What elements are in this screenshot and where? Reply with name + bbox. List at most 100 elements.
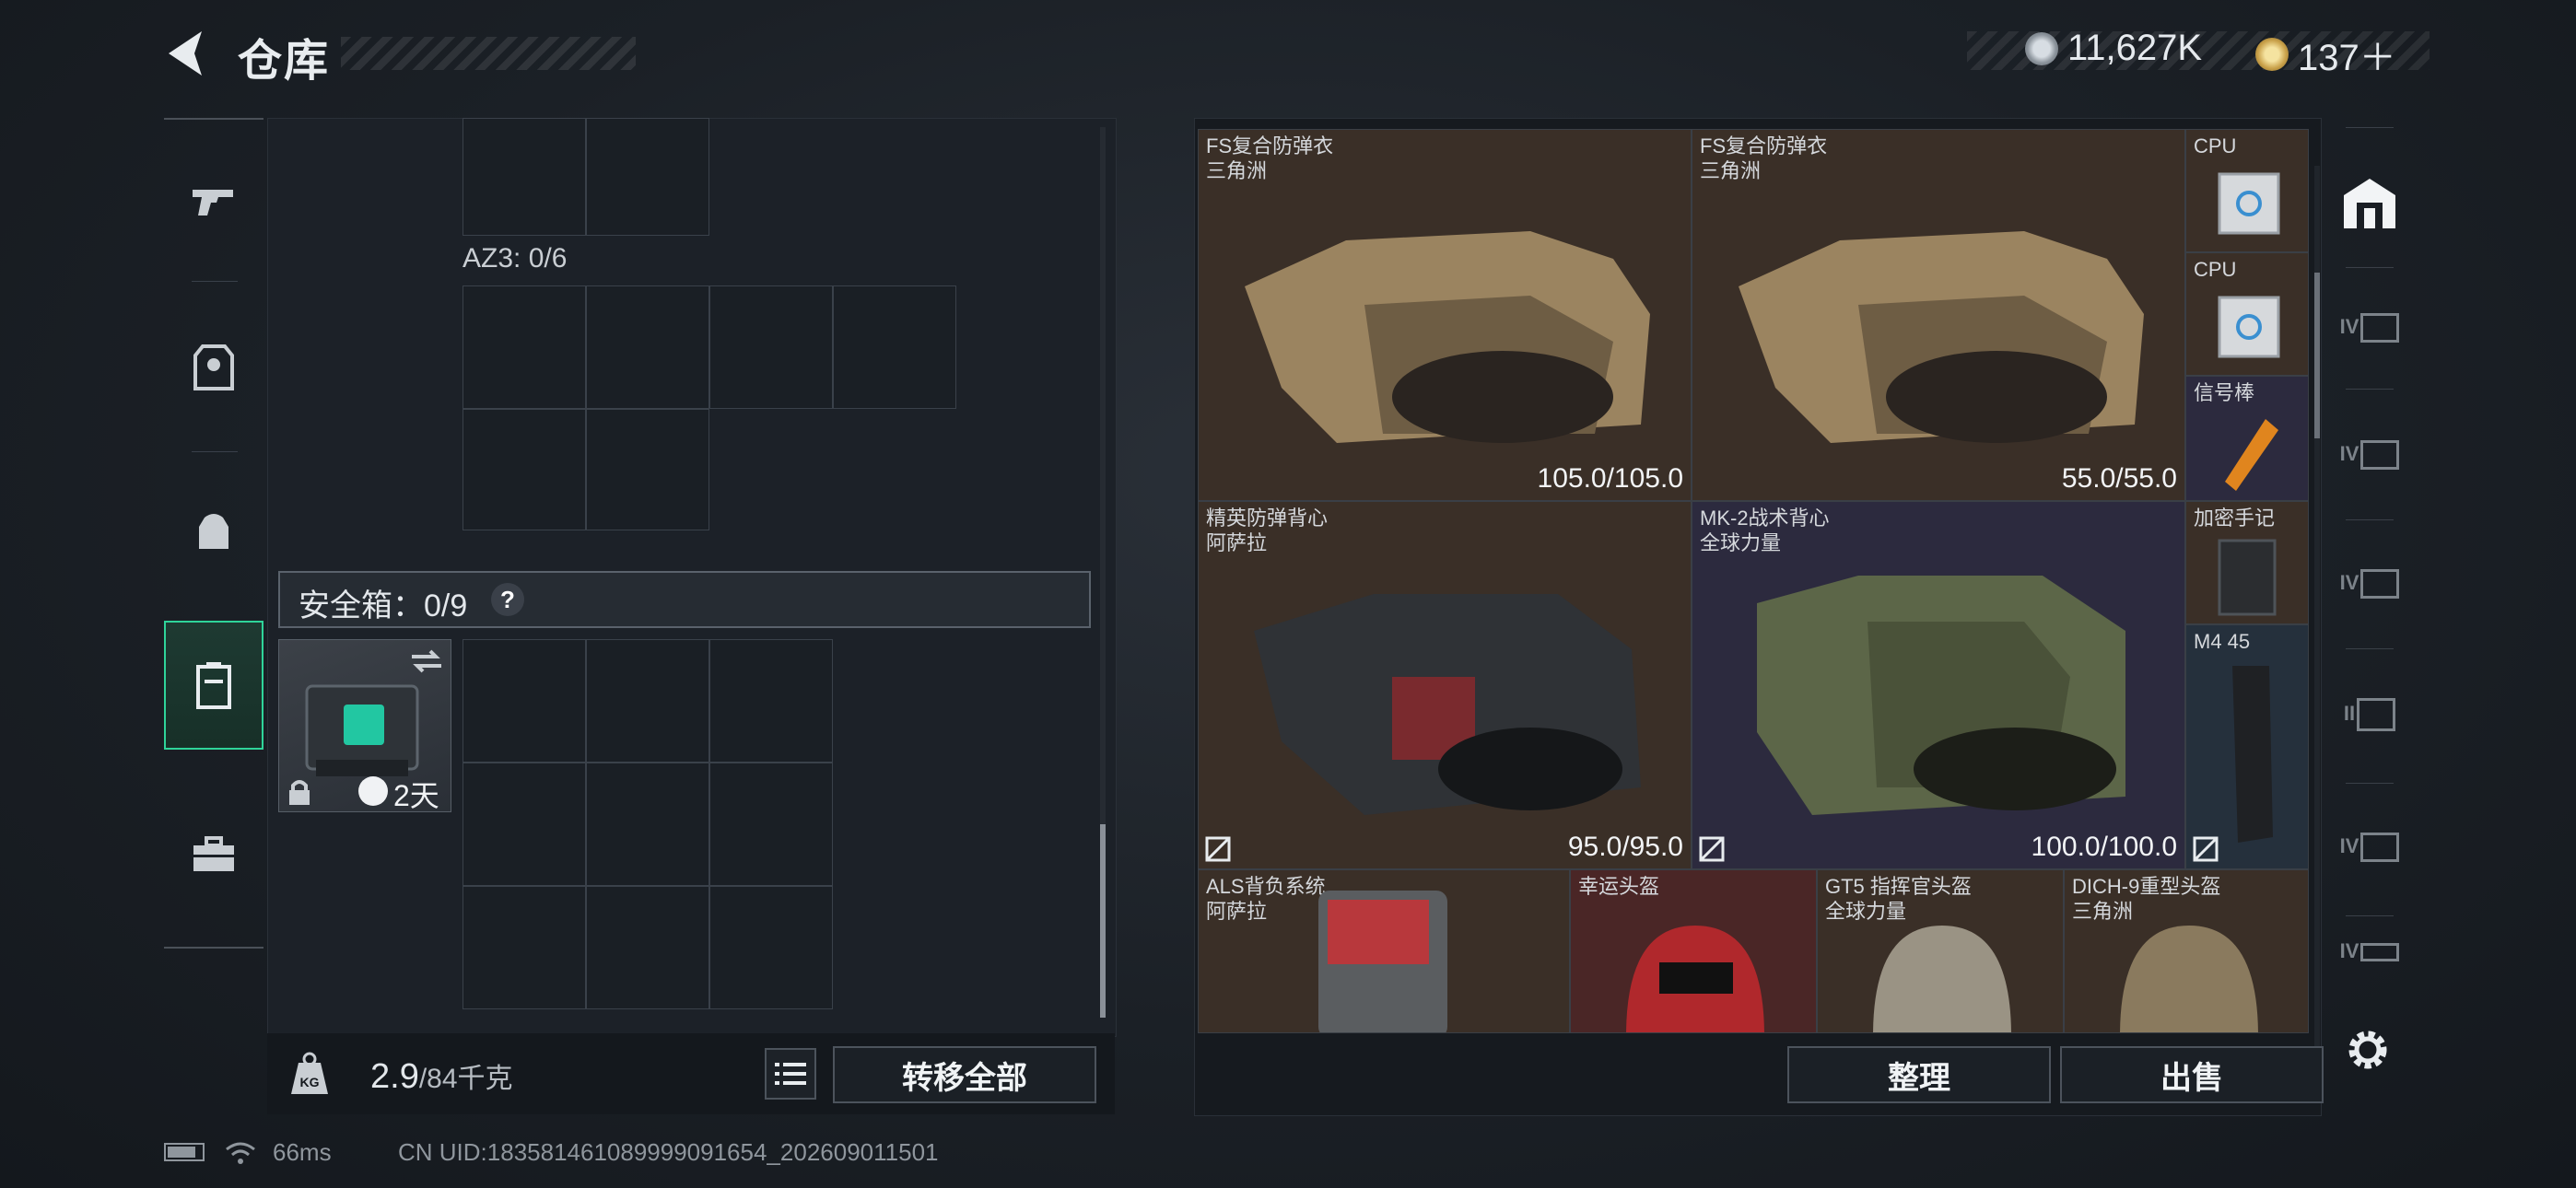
magazine-image: [2232, 666, 2273, 843]
back-arrow-icon: [169, 31, 202, 76]
silver-currency[interactable]: 11,627K: [2025, 28, 2202, 69]
uid-display: CN UID:18358146108999909165​4_2026090115…: [398, 1138, 939, 1166]
lock-icon: [289, 780, 310, 805]
list-view-button[interactable]: [765, 1048, 816, 1100]
warehouse-icon: [2344, 179, 2395, 228]
grid-slot[interactable]: [463, 763, 586, 886]
tier-ii-case-icon: II: [2344, 698, 2396, 731]
tier-iv-case-icon: IV: [2340, 939, 2400, 963]
body-armor-icon: [193, 344, 234, 390]
item-name: CPU: [2194, 258, 2237, 281]
no-trade-icon: [1205, 836, 1231, 862]
no-trade-icon: [2193, 836, 2219, 862]
nav-backpack[interactable]: [164, 466, 263, 595]
grid-slot[interactable]: [463, 285, 586, 409]
battery-icon: [164, 1143, 205, 1161]
weight-display: 2.9/84千克: [370, 1055, 513, 1097]
grid-slot[interactable]: [586, 763, 709, 886]
backpack-image: [1318, 891, 1447, 1032]
item-slot-dich9-helmet[interactable]: DICH-9重型头盔 三角洲: [2064, 869, 2309, 1033]
grid-slot[interactable]: [709, 763, 833, 886]
grid-slot[interactable]: [709, 285, 833, 409]
silver-currency-value: 11,627K: [2067, 28, 2203, 68]
tab-case-6[interactable]: IV: [2329, 919, 2410, 984]
transfer-icon: [412, 649, 441, 673]
clock-icon: [358, 776, 388, 806]
safebox-capacity-label: 安全箱：0/9: [299, 588, 468, 623]
grid-slot[interactable]: [586, 409, 709, 530]
az3-capacity-label: AZ3: 0/6: [463, 243, 568, 274]
warehouse-tabs: IV IV IV II IV IV: [2329, 118, 2410, 1030]
item-slot-m4-mag[interactable]: M4 45: [2185, 624, 2309, 869]
grid-slot[interactable]: [833, 285, 956, 409]
sell-button[interactable]: 出售: [2060, 1046, 2324, 1103]
item-durability: 105.0/105.0: [1537, 463, 1683, 494]
no-trade-icon: [1699, 836, 1725, 862]
transfer-all-button[interactable]: 转移全部: [833, 1046, 1096, 1103]
grid-slot[interactable]: [463, 118, 586, 236]
body-armor-image: [1245, 231, 1650, 443]
cpu-image: [2218, 172, 2280, 235]
grid-slot[interactable]: [709, 639, 833, 763]
tier-iv-case-icon: IV: [2340, 569, 2400, 599]
toolbox-icon: [193, 836, 234, 871]
item-slot-als-backpack[interactable]: ALS背负系统 阿萨拉: [1198, 869, 1570, 1033]
item-slot-elite-vest[interactable]: 精英防弹背心 阿萨拉 95.0/95.0: [1198, 501, 1692, 869]
silver-coin-icon: [2025, 31, 2058, 65]
tab-case-1[interactable]: IV: [2329, 273, 2410, 383]
item-origin: 阿萨拉: [1206, 900, 1268, 923]
gold-currency[interactable]: 137＋: [2255, 28, 2396, 81]
flare-image: [2225, 419, 2278, 491]
grid-slot[interactable]: [463, 409, 586, 530]
item-slot-cpu-2[interactable]: CPU: [2185, 252, 2309, 376]
item-slot-mk2-vest[interactable]: MK-2战术背心 全球力量 100.0/100.0: [1692, 501, 2185, 869]
grid-slot[interactable]: [463, 886, 586, 1009]
safe-case-item[interactable]: 2天: [278, 639, 451, 812]
item-slot-flare[interactable]: 信号棒: [2185, 376, 2309, 501]
grid-slot[interactable]: [586, 118, 709, 236]
backpack-icon: [199, 514, 228, 549]
wifi-icon: [226, 1142, 255, 1164]
item-slot-encrypted-notes[interactable]: 加密手记: [2185, 501, 2309, 624]
grid-slot[interactable]: [463, 639, 586, 763]
item-name: GT5 指挥官头盔: [1825, 875, 1972, 898]
left-category-nav: [164, 118, 263, 949]
nav-armor[interactable]: [164, 304, 263, 433]
item-slot-cpu-1[interactable]: CPU: [2185, 129, 2309, 252]
help-button[interactable]: ?: [491, 583, 524, 616]
sort-button[interactable]: 整理: [1787, 1046, 2051, 1103]
safe-case-icon: [196, 662, 231, 709]
helmet-image: [1626, 926, 1764, 1032]
list-icon: [775, 1063, 806, 1085]
nav-safe-case[interactable]: [164, 621, 263, 750]
grid-slot[interactable]: [586, 886, 709, 1009]
item-slot-lucky-helmet[interactable]: 幸运头盔: [1570, 869, 1817, 1033]
item-slot-gt5-helmet[interactable]: GT5 指挥官头盔 全球力量: [1817, 869, 2064, 1033]
item-name: 精英防弹背心: [1206, 507, 1329, 530]
tab-warehouse[interactable]: [2329, 147, 2410, 258]
settings-button[interactable]: [2342, 1024, 2394, 1076]
back-button[interactable]: [161, 26, 217, 81]
grid-slot[interactable]: [586, 285, 709, 409]
tab-case-5[interactable]: IV: [2329, 792, 2410, 903]
item-origin: 三角洲: [1206, 159, 1268, 182]
tab-case-3[interactable]: IV: [2329, 529, 2410, 639]
body-armor-image: [1739, 231, 2144, 443]
tab-case-4[interactable]: II: [2329, 659, 2410, 770]
grid-slot[interactable]: [709, 886, 833, 1009]
warehouse-scroll-thumb[interactable]: [2314, 273, 2320, 438]
title-decoration: [341, 37, 636, 70]
helmet-image: [1873, 926, 2011, 1032]
item-durability: 100.0/100.0: [2031, 832, 2177, 862]
nav-weapons[interactable]: [164, 136, 263, 265]
tab-case-2[interactable]: IV: [2329, 400, 2410, 510]
grid-slot[interactable]: [586, 639, 709, 763]
item-slot-fs-armor-1[interactable]: FS复合防弹衣 三角洲 105.0/105.0: [1198, 129, 1692, 501]
container-scroll-thumb[interactable]: [1100, 824, 1106, 1018]
gold-coin-icon: [2255, 38, 2289, 71]
item-slot-fs-armor-2[interactable]: FS复合防弹衣 三角洲 55.0/55.0: [1692, 129, 2185, 501]
gear-icon: [2348, 1031, 2387, 1069]
page-title: 仓库: [238, 37, 331, 86]
gold-currency-value: 137＋: [2298, 38, 2396, 78]
nav-toolbox[interactable]: [164, 790, 263, 919]
